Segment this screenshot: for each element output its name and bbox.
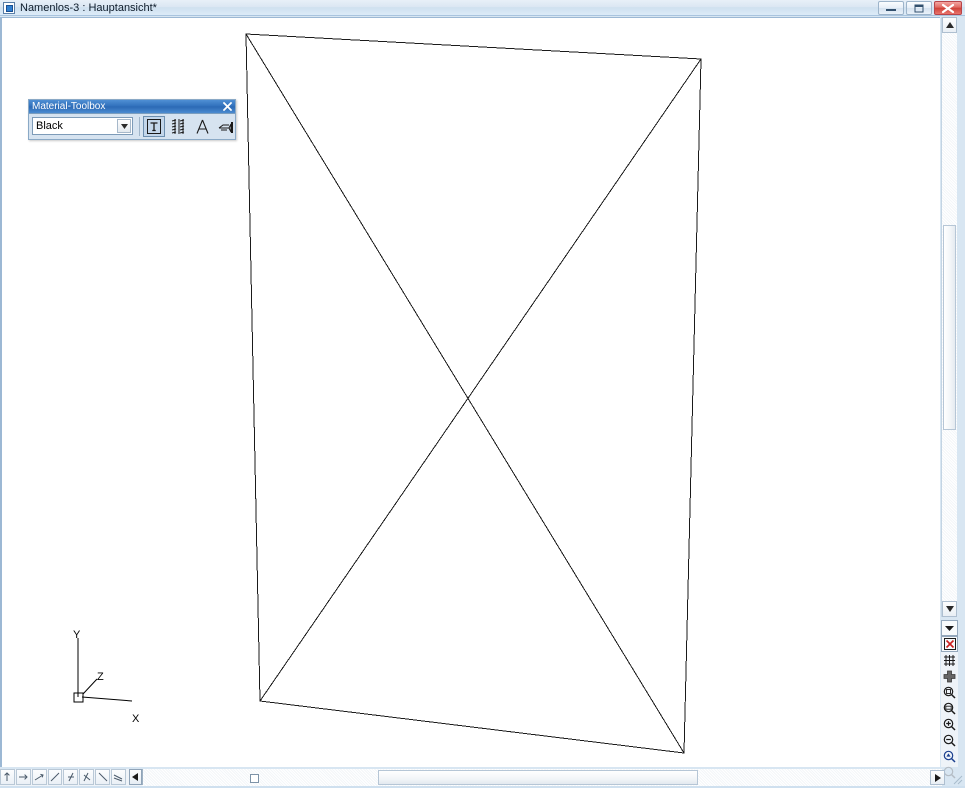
text-box-tool[interactable] [143, 116, 165, 137]
material-toolbox-buttons [143, 116, 237, 137]
axis-label-z: Z [97, 671, 104, 683]
snap-endpoint[interactable] [47, 769, 63, 785]
view-dropdown[interactable] [941, 620, 958, 636]
scroll-right-button[interactable] [930, 770, 945, 785]
material-toolbox-titlebar[interactable]: Material-Toolbox [29, 100, 235, 114]
cad-application-window: Namenlos-3 : Hauptansicht* Y X Z Materia… [0, 0, 965, 788]
material-toolbox-title: Material-Toolbox [32, 101, 106, 112]
horizontal-scrollbar[interactable] [142, 769, 945, 786]
close-icon[interactable] [221, 100, 233, 113]
close-button[interactable] [934, 1, 962, 15]
material-select-value: Black [36, 120, 63, 132]
title-bar: Namenlos-3 : Hauptansicht* [0, 0, 965, 16]
material-select[interactable]: Black [32, 117, 133, 135]
vertical-scrollbar-thumb[interactable] [943, 225, 956, 430]
maximize-button[interactable] [906, 1, 932, 15]
grid-toggle[interactable] [941, 652, 958, 668]
snap-midpoint[interactable] [63, 769, 79, 785]
material-toolbox-body: Black [29, 114, 235, 139]
coordinate-axis-indicator [73, 638, 133, 703]
minimize-button[interactable] [878, 1, 904, 15]
view-toolbar [941, 620, 958, 779]
toolbar-divider [139, 117, 140, 136]
chevron-down-icon[interactable] [117, 119, 131, 133]
scroll-down-button[interactable] [942, 601, 957, 617]
snap-horizontal[interactable] [15, 769, 31, 785]
snap-more[interactable] [128, 769, 143, 785]
snap-tangent[interactable] [95, 769, 111, 785]
snap-parallel[interactable] [111, 769, 126, 785]
horizontal-scrollbar-start [142, 769, 146, 785]
axis-label-y: Y [73, 629, 81, 641]
resize-grip[interactable] [950, 772, 963, 785]
zoom-in[interactable] [941, 716, 958, 732]
delete-view[interactable] [941, 636, 958, 652]
material-toolbox-panel[interactable]: Material-Toolbox Black [28, 99, 236, 140]
scroll-up-button[interactable] [942, 17, 957, 33]
material-spray-tool[interactable] [215, 116, 237, 137]
snap-intersection[interactable] [79, 769, 95, 785]
zoom-fit[interactable] [941, 700, 958, 716]
snap-perpendicular[interactable] [0, 769, 15, 785]
horizontal-scrollbar-marker[interactable] [250, 774, 259, 783]
zoom-dynamic[interactable] [941, 748, 958, 764]
zoom-out[interactable] [941, 732, 958, 748]
quadrilateral-shape [245, 33, 702, 754]
hatch-pattern-tool[interactable] [167, 116, 189, 137]
horizontal-scrollbar-thumb[interactable] [378, 770, 698, 785]
crosshair-tool[interactable] [941, 668, 958, 684]
snap-nearest[interactable] [31, 769, 47, 785]
vertical-scrollbar[interactable] [941, 17, 957, 617]
zoom-window[interactable] [941, 684, 958, 700]
window-title: Namenlos-3 : Hauptansicht* [20, 2, 157, 14]
font-style-tool[interactable] [191, 116, 213, 137]
app-document-icon [3, 2, 15, 14]
axis-label-x: X [132, 713, 140, 725]
snap-toolbar [0, 769, 143, 786]
